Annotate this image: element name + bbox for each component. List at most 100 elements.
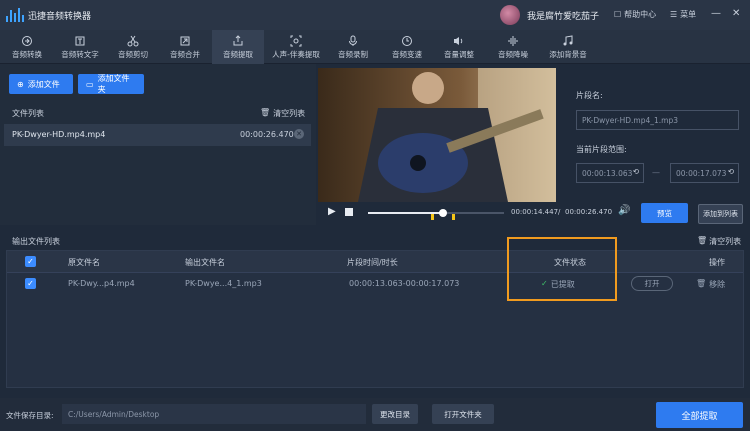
header-source: 原文件名 bbox=[68, 258, 100, 267]
remove-file-icon[interactable]: ✕ bbox=[294, 129, 304, 139]
row-source: PK-Dwy...p4.mp4 bbox=[68, 279, 135, 288]
file-name: PK-Dwyer-HD.mp4.mp4 bbox=[12, 130, 106, 139]
trash-icon: 🗑 bbox=[260, 108, 271, 117]
row-output: PK-Dwye...4_1.mp3 bbox=[185, 279, 262, 288]
current-time: 00:00:14.447 bbox=[511, 208, 559, 216]
tab-audio-record[interactable]: 音频录制 bbox=[330, 30, 376, 64]
clear-file-list-button[interactable]: 🗑 清空列表 bbox=[260, 108, 305, 119]
tab-label: 音频录制 bbox=[338, 49, 368, 59]
mic-icon bbox=[349, 35, 357, 46]
help-center-button[interactable]: ☐ 帮助中心 bbox=[614, 9, 656, 20]
preview-button[interactable]: 预览 bbox=[641, 203, 688, 223]
table-header: ✓ 原文件名 输出文件名 片段时间/时长 文件状态 操作 bbox=[7, 251, 743, 273]
tab-audio-convert[interactable]: 音频转换 bbox=[4, 30, 50, 64]
bgm-icon bbox=[563, 34, 573, 45]
trash-icon: 🗑 bbox=[697, 236, 708, 245]
range-start-marker[interactable] bbox=[431, 214, 434, 220]
tab-label: 音量调整 bbox=[444, 49, 474, 59]
feature-toolbar: 音频转换 音频转文字 音频剪切 音频合并 音频提取 人声-伴奏提取 音频录制 音… bbox=[0, 30, 750, 64]
status-highlight-box bbox=[507, 237, 617, 301]
tab-audio-to-text[interactable]: 音频转文字 bbox=[54, 30, 106, 64]
tab-audio-denoise[interactable]: 音频降噪 bbox=[490, 30, 536, 64]
stop-icon[interactable] bbox=[345, 208, 353, 216]
close-button[interactable]: ✕ bbox=[732, 8, 740, 19]
scissors-icon bbox=[127, 35, 139, 46]
segment-end-input[interactable]: 00:00:17.073 ⟲ bbox=[670, 163, 739, 183]
menu-label: 菜单 bbox=[680, 10, 697, 19]
video-preview bbox=[318, 68, 556, 202]
app-title: 迅捷音频转换器 bbox=[28, 12, 92, 22]
add-file-label: 添加文件 bbox=[27, 79, 60, 89]
remove-label: 移除 bbox=[709, 280, 726, 289]
file-duration: 00:00:26.470 bbox=[240, 130, 294, 139]
extract-all-button[interactable]: 全部提取 bbox=[656, 402, 743, 428]
add-to-list-button[interactable]: 添加到列表 bbox=[698, 204, 743, 224]
guitarist-video-frame bbox=[318, 68, 556, 202]
username[interactable]: 我是腐竹爱吃茄子 bbox=[527, 9, 599, 22]
tab-add-bgm[interactable]: 添加背景音 bbox=[542, 30, 594, 64]
convert-icon bbox=[22, 35, 32, 46]
plus-circle-icon: ⊕ bbox=[17, 79, 24, 89]
seek-thumb[interactable] bbox=[438, 209, 447, 217]
header-output: 输出文件名 bbox=[185, 258, 225, 267]
reset-end-icon[interactable]: ⟲ bbox=[728, 167, 734, 176]
clear-output-list-button[interactable]: 🗑 清空列表 bbox=[697, 236, 741, 247]
tab-label: 音频降噪 bbox=[498, 49, 528, 59]
save-dir-label: 文件保存目录: bbox=[6, 411, 54, 420]
tab-label: 人声-伴奏提取 bbox=[272, 49, 320, 59]
row-checkbox[interactable]: ✓ bbox=[25, 278, 36, 289]
segment-name-input[interactable]: PK-Dwyer-HD.mp4_1.mp3 bbox=[576, 110, 739, 130]
segment-end-value: 00:00:17.073 bbox=[676, 168, 727, 178]
tab-label: 音频转文字 bbox=[61, 49, 99, 59]
title-bar: 迅捷音频转换器 我是腐竹爱吃茄子 ☐ 帮助中心 ☰ 菜单 — ✕ bbox=[0, 0, 750, 30]
extract-icon bbox=[233, 34, 243, 45]
file-list-item[interactable]: PK-Dwyer-HD.mp4.mp4 00:00:26.470 ✕ bbox=[4, 124, 311, 146]
volume-icon bbox=[454, 36, 463, 45]
seek-bar[interactable] bbox=[368, 209, 504, 220]
chat-icon: ☐ bbox=[614, 10, 622, 19]
trash-icon: 🗑 bbox=[696, 279, 707, 288]
tab-audio-extract[interactable]: 音频提取 bbox=[212, 30, 264, 64]
vocal-icon bbox=[290, 35, 302, 46]
segment-range-label: 当前片段范围: bbox=[576, 145, 627, 154]
add-file-button[interactable]: ⊕ 添加文件 bbox=[9, 74, 73, 94]
denoise-icon bbox=[508, 35, 518, 46]
folder-icon: ▭ bbox=[86, 79, 94, 89]
clear-list-label: 清空列表 bbox=[273, 109, 306, 118]
tab-label: 音频合并 bbox=[170, 49, 200, 59]
tab-label: 音频剪切 bbox=[118, 49, 148, 59]
volume-icon[interactable]: 🔊 bbox=[618, 205, 630, 216]
speed-icon bbox=[402, 35, 412, 46]
output-list-title: 输出文件列表 bbox=[12, 237, 60, 246]
play-icon[interactable]: ▶ bbox=[328, 206, 336, 217]
reset-start-icon[interactable]: ⟲ bbox=[633, 167, 639, 176]
tab-audio-speed[interactable]: 音频变速 bbox=[384, 30, 430, 64]
table-row[interactable]: ✓ PK-Dwy...p4.mp4 PK-Dwye...4_1.mp3 00:0… bbox=[7, 273, 743, 295]
tab-vocal-extract[interactable]: 人声-伴奏提取 bbox=[266, 30, 326, 64]
help-label: 帮助中心 bbox=[624, 10, 657, 19]
tab-volume-adjust[interactable]: 音量调整 bbox=[436, 30, 482, 64]
tab-label: 音频变速 bbox=[392, 49, 422, 59]
segment-name-label: 片段名: bbox=[576, 91, 603, 100]
save-dir-input[interactable]: C:/Users/Admin/Desktop bbox=[62, 404, 366, 424]
menu-button[interactable]: ☰ 菜单 bbox=[670, 9, 696, 20]
change-dir-button[interactable]: 更改目录 bbox=[372, 404, 418, 424]
segment-start-input[interactable]: 00:00:13.063 ⟲ bbox=[576, 163, 644, 183]
add-folder-button[interactable]: ▭ 添加文件夹 bbox=[78, 74, 144, 94]
tab-audio-merge[interactable]: 音频合并 bbox=[162, 30, 208, 64]
text-icon bbox=[75, 36, 85, 45]
output-table: ✓ 原文件名 输出文件名 片段时间/时长 文件状态 操作 ✓ PK-Dwy...… bbox=[6, 250, 744, 388]
remove-button[interactable]: 🗑 移除 bbox=[696, 279, 725, 290]
minimize-button[interactable]: — bbox=[711, 8, 721, 19]
total-time: 00:00:26.470 bbox=[565, 208, 613, 216]
row-segment: 00:00:13.063-00:00:17.073 bbox=[349, 279, 460, 288]
merge-icon bbox=[180, 36, 190, 45]
select-all-checkbox[interactable]: ✓ bbox=[25, 256, 36, 267]
avatar[interactable] bbox=[500, 5, 520, 25]
add-folder-label: 添加文件夹 bbox=[97, 74, 130, 94]
time-separator: / bbox=[558, 208, 561, 216]
open-folder-button[interactable]: 打开文件夹 bbox=[432, 404, 494, 424]
range-end-marker[interactable] bbox=[452, 214, 455, 220]
open-button[interactable]: 打开 bbox=[631, 276, 673, 291]
tab-audio-cut[interactable]: 音频剪切 bbox=[110, 30, 156, 64]
